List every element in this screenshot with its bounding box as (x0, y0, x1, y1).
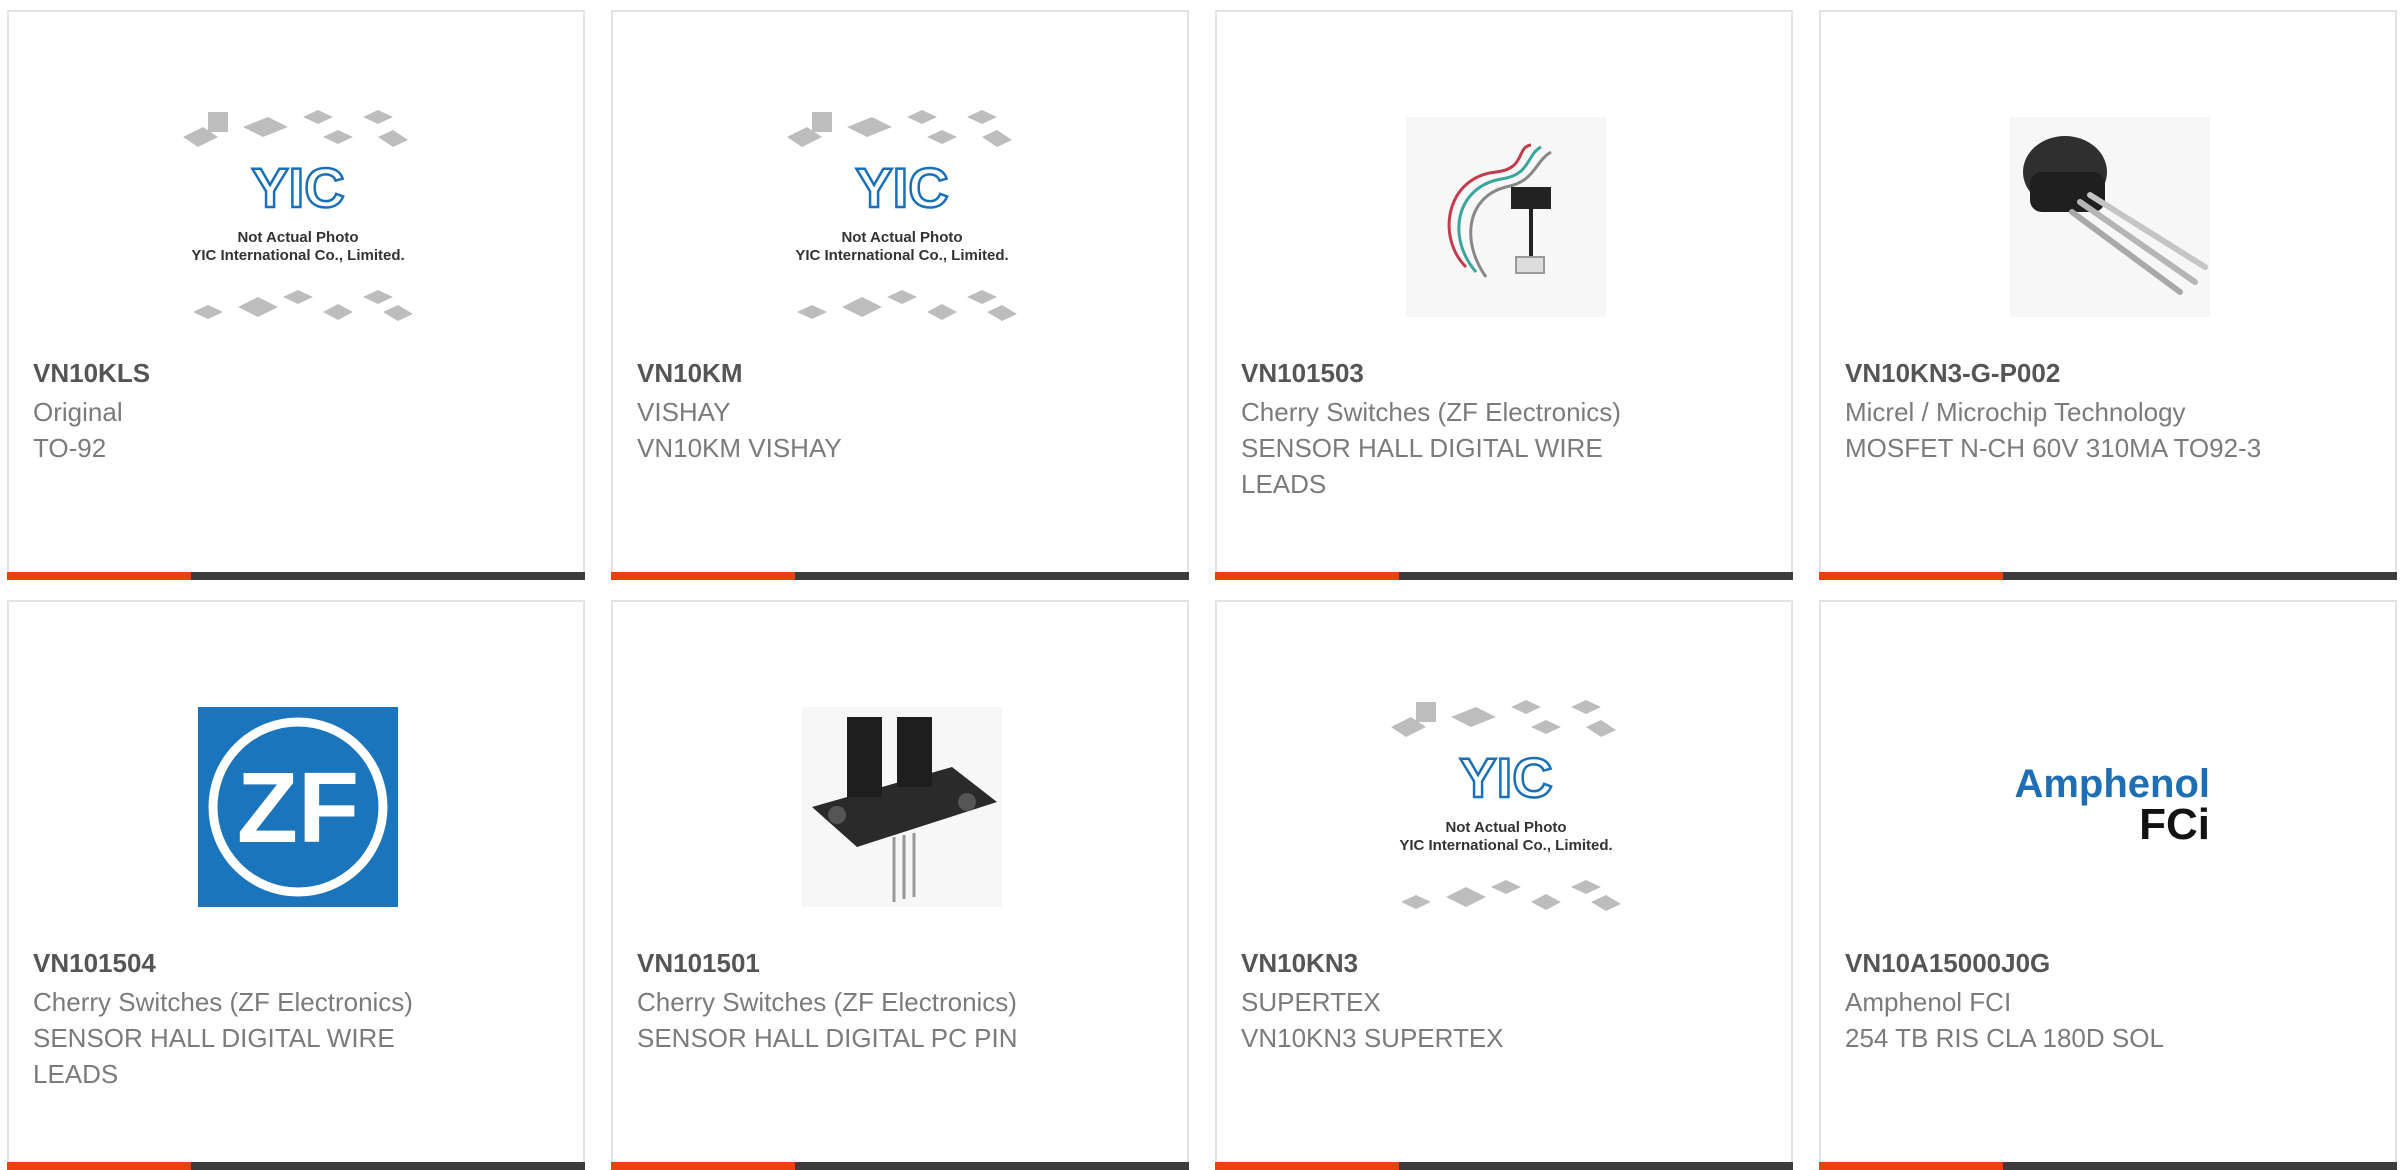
product-card[interactable]: YIC Not Actual Photo YIC International C… (1215, 600, 1793, 1170)
svg-text:YIC International Co., Limited: YIC International Co., Limited. (795, 247, 1008, 264)
slot-sensor-icon (802, 707, 1002, 907)
placeholder-yic-image[interactable]: YIC Not Actual Photo YIC International C… (9, 82, 587, 352)
placeholder-yic-image[interactable]: YIC Not Actual Photo YIC International C… (613, 82, 1191, 352)
product-card[interactable]: ZF VN101504 Cherry Switches (ZF Electron… (7, 600, 585, 1170)
product-card[interactable]: YIC Not Actual Photo YIC International C… (611, 10, 1189, 580)
to92-transistor-image[interactable] (1821, 82, 2399, 352)
card-accent-bar (611, 572, 795, 580)
description-label: MOSFET N-CH 60V 310MA TO92-3 (1845, 433, 2262, 463)
card-accent-bar (1819, 572, 2003, 580)
slot-sensor-image[interactable] (613, 672, 1191, 942)
description-label: VN10KN3 SUPERTEX (1241, 1023, 1504, 1053)
product-card[interactable]: VN101501 Cherry Switches (ZF Electronics… (611, 600, 1189, 1170)
manufacturer-label: Amphenol FCI (1845, 987, 2012, 1017)
transistor-icon (2010, 117, 2210, 317)
card-accent-bar (1819, 1162, 2003, 1170)
svg-text:YIC International Co., Limited: YIC International Co., Limited. (1399, 837, 1612, 854)
description-label: SENSOR HALL DIGITAL WIRE LEADS (33, 1023, 395, 1089)
card-bottom-bar (611, 572, 1189, 580)
part-number-link[interactable]: VN10KN3-G-P002 (1845, 356, 2060, 390)
product-card[interactable]: VN10KN3-G-P002 Micrel / Microchip Techno… (1819, 10, 2397, 580)
manufacturer-label: VISHAY (637, 397, 731, 427)
card-accent-bar (611, 1162, 795, 1170)
part-number-link[interactable]: VN10KLS (33, 356, 150, 390)
card-bottom-bar (611, 1162, 1189, 1170)
card-accent-bar (7, 572, 191, 580)
svg-text:Not Actual Photo: Not Actual Photo (841, 229, 962, 246)
svg-text:FCi: FCi (2139, 800, 2210, 849)
card-bottom-bar (1819, 572, 2397, 580)
part-number-link[interactable]: VN101503 (1241, 356, 1364, 390)
svg-text:ZF: ZF (237, 752, 359, 864)
svg-text:Not Actual Photo: Not Actual Photo (1445, 819, 1566, 836)
description-label: 254 TB RIS CLA 180D SOL (1845, 1023, 2164, 1053)
chip-package-icon: YIC Not Actual Photo YIC International C… (1391, 700, 1621, 911)
manufacturer-label: SUPERTEX (1241, 987, 1381, 1017)
wire-sensor-image[interactable] (1217, 82, 1795, 352)
card-bottom-bar (7, 572, 585, 580)
svg-text:YIC: YIC (1459, 746, 1552, 809)
manufacturer-label: Cherry Switches (ZF Electronics) (637, 987, 1017, 1017)
part-number-link[interactable]: VN10KM (637, 356, 742, 390)
manufacturer-label: Cherry Switches (ZF Electronics) (1241, 397, 1621, 427)
product-card[interactable]: VN101503 Cherry Switches (ZF Electronics… (1215, 10, 1793, 580)
description-label: SENSOR HALL DIGITAL WIRE LEADS (1241, 433, 1603, 499)
part-number-link[interactable]: VN10A15000J0G (1845, 946, 2050, 980)
placeholder-yic-image[interactable]: YIC Not Actual Photo YIC International C… (1217, 672, 1795, 942)
card-bottom-bar (7, 1162, 585, 1170)
svg-text:Not Actual Photo: Not Actual Photo (237, 229, 358, 246)
part-number-link[interactable]: VN10KN3 (1241, 946, 1358, 980)
chip-package-icon: YIC Not Actual Photo YIC International C… (183, 110, 413, 321)
svg-text:YIC: YIC (855, 156, 948, 219)
card-accent-bar (7, 1162, 191, 1170)
amphenol-logo-icon: Amphenol FCi (2010, 707, 2210, 907)
zf-logo-image[interactable]: ZF (9, 672, 587, 942)
card-bottom-bar (1215, 572, 1793, 580)
product-card[interactable]: YIC Not Actual Photo YIC International C… (7, 10, 585, 580)
manufacturer-label: Micrel / Microchip Technology (1845, 397, 2186, 427)
product-card[interactable]: Amphenol FCi VN10A15000J0G Amphenol FCI … (1819, 600, 2397, 1170)
card-accent-bar (1215, 572, 1399, 580)
svg-text:YIC: YIC (251, 156, 344, 219)
description-label: VN10KM VISHAY (637, 433, 842, 463)
manufacturer-label: Cherry Switches (ZF Electronics) (33, 987, 413, 1017)
part-number-link[interactable]: VN101504 (33, 946, 156, 980)
amphenol-logo-image[interactable]: Amphenol FCi (1821, 672, 2399, 942)
part-number-link[interactable]: VN101501 (637, 946, 760, 980)
manufacturer-label: Original (33, 397, 123, 427)
hall-sensor-wire-icon (1406, 117, 1606, 317)
zf-logo-icon: ZF (198, 707, 398, 907)
card-accent-bar (1215, 1162, 1399, 1170)
description-label: TO-92 (33, 433, 107, 463)
chip-package-icon: YIC Not Actual Photo YIC International C… (787, 110, 1017, 321)
card-bottom-bar (1819, 1162, 2397, 1170)
card-bottom-bar (1215, 1162, 1793, 1170)
svg-text:YIC International Co., Limited: YIC International Co., Limited. (191, 247, 404, 264)
description-label: SENSOR HALL DIGITAL PC PIN (637, 1023, 1018, 1053)
